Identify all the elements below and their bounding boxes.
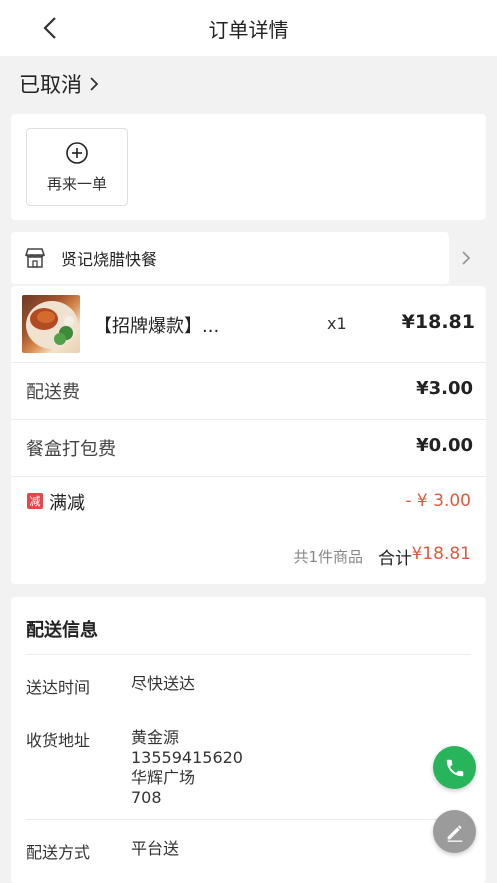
divider <box>11 476 486 477</box>
top-bar: 订单详情 <box>0 0 497 56</box>
chevron-right-icon <box>90 77 99 91</box>
delivery-method-label: 配送方式 <box>26 843 91 862</box>
address-room: 708 <box>131 788 162 807</box>
discount-value: - ¥ 3.00 <box>405 491 471 511</box>
delivery-fee-label: 配送费 <box>26 382 80 403</box>
item-quantity: x1 <box>327 314 347 333</box>
order-items-card: 【招牌爆款】... x1 ¥18.81 配送费 ¥3.00 餐盒打包费 ¥0.0… <box>11 286 486 584</box>
delivery-fee-value: ¥3.00 <box>416 378 473 399</box>
address-label: 收货地址 <box>26 731 91 750</box>
divider <box>26 654 471 655</box>
divider <box>26 819 471 820</box>
shop-card[interactable]: 贤记烧腊快餐 <box>11 232 449 284</box>
total-label: 合计 <box>378 549 412 569</box>
discount-label: 满减 <box>49 493 85 514</box>
delivery-info-card: 配送信息 送达时间 尽快送达 收货地址 黄金源 13559415620 华辉广场… <box>11 597 486 883</box>
address-building: 华辉广场 <box>131 768 196 787</box>
item-name: 【招牌爆款】... <box>94 316 220 337</box>
food-image <box>22 295 80 353</box>
actions-card: 再来一单 <box>11 114 486 220</box>
delivery-time-label: 送达时间 <box>26 678 91 697</box>
divider <box>11 362 486 363</box>
packing-fee-value: ¥0.00 <box>416 435 473 456</box>
order-status: 已取消 <box>19 73 82 97</box>
address-name: 黄金源 <box>131 728 180 747</box>
delivery-time-value: 尽快送达 <box>131 674 196 693</box>
packing-fee-label: 餐盒打包费 <box>26 439 116 460</box>
edit-button[interactable] <box>433 810 476 853</box>
delivery-method-value: 平台送 <box>131 839 180 858</box>
reorder-button[interactable]: 再来一单 <box>26 128 128 206</box>
order-status-row[interactable]: 已取消 <box>0 58 497 110</box>
section-title: 配送信息 <box>26 620 98 641</box>
address-phone: 13559415620 <box>131 748 243 767</box>
item-count: 共1件商品 <box>293 548 363 566</box>
plus-circle-icon <box>66 141 88 164</box>
order-item-row[interactable]: 【招牌爆款】... x1 ¥18.81 <box>11 286 486 362</box>
call-button[interactable] <box>433 746 476 789</box>
discount-badge: 减 <box>27 493 43 509</box>
pencil-icon <box>447 825 462 842</box>
item-price: ¥18.81 <box>401 311 475 333</box>
reorder-label: 再来一单 <box>46 174 107 193</box>
chevron-right-icon[interactable] <box>460 248 472 268</box>
address-value: 黄金源 13559415620 华辉广场 708 <box>131 728 243 808</box>
page-title: 订单详情 <box>208 17 289 42</box>
shop-name: 贤记烧腊快餐 <box>61 250 158 269</box>
back-icon[interactable] <box>36 13 66 43</box>
store-icon <box>24 248 46 268</box>
divider <box>11 419 486 420</box>
phone-icon <box>446 759 463 776</box>
total-value: ¥18.81 <box>411 544 471 564</box>
